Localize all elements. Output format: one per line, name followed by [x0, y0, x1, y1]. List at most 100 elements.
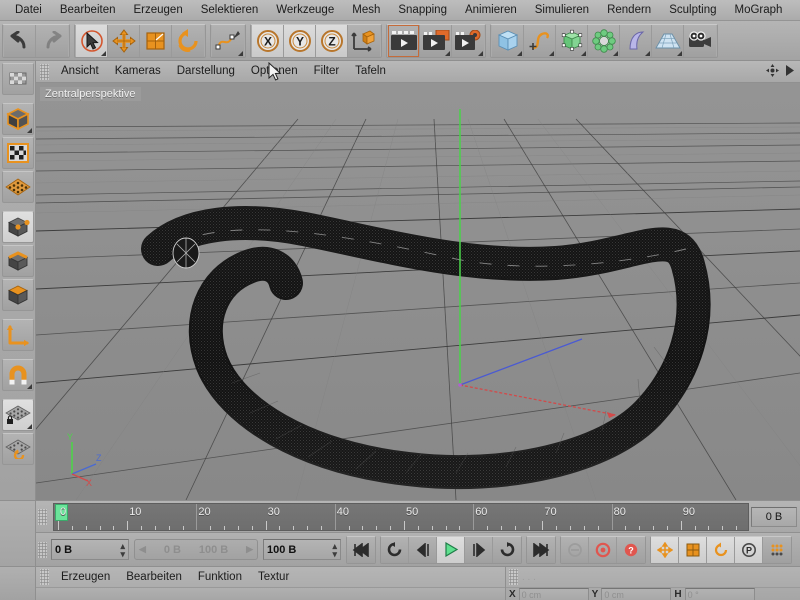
rotate-icon[interactable] [172, 24, 204, 57]
coord-field-h[interactable]: 0 ° [684, 588, 755, 600]
viewport-3d-scene[interactable] [36, 83, 800, 500]
timeline-bar[interactable]: 0102030405060708090100 0 B [36, 500, 800, 532]
texture-axis-icon[interactable] [1, 63, 34, 95]
transport-grip[interactable] [38, 541, 47, 558]
timeline-ruler[interactable]: 0102030405060708090100 [53, 502, 749, 531]
edge-mode-icon[interactable] [1, 245, 34, 277]
mat-menu-funktion[interactable]: Funktion [190, 568, 250, 587]
vp-menu-tafeln[interactable]: Tafeln [347, 61, 394, 82]
key-scale-icon[interactable] [679, 536, 707, 563]
record-key-icon[interactable] [589, 536, 617, 563]
coord-field-y[interactable]: 0 cm [601, 588, 672, 600]
popup-corner-icon[interactable] [581, 50, 586, 56]
menu-sculpting[interactable]: Sculpting [660, 0, 725, 20]
render-view-icon[interactable] [388, 24, 420, 57]
axis-modify-icon[interactable] [1, 319, 34, 351]
mat-menu-textur[interactable]: Textur [250, 568, 297, 587]
points-grid-icon[interactable] [1, 171, 34, 203]
vp-menu-kameras[interactable]: Kameras [107, 61, 169, 82]
spline-pen-icon[interactable] [212, 24, 244, 57]
viewport-scale-icon[interactable] [783, 63, 798, 81]
current-frame-stepper[interactable]: ▴ ▾ [120, 541, 125, 558]
coord-field-x[interactable]: 0 cm [518, 588, 589, 600]
popup-corner-icon[interactable] [478, 50, 483, 56]
viewport-panel[interactable]: Zentralperspektive Y Z X Ansicht Kameras D… [36, 61, 800, 500]
key-rotation-icon[interactable] [707, 536, 735, 563]
popup-corner-icon[interactable] [517, 50, 522, 56]
cube-primitive-icon[interactable] [492, 24, 524, 57]
model-mode-icon[interactable] [1, 103, 34, 135]
vp-menu-ansicht[interactable]: Ansicht [53, 61, 107, 82]
menu-datei[interactable]: Datei [6, 0, 51, 20]
render-picture-viewer-icon[interactable] [420, 24, 452, 57]
menu-animieren[interactable]: Animieren [456, 0, 526, 20]
menu-mograph[interactable]: MoGraph [726, 0, 792, 20]
menu-charakter[interactable]: Charakter [791, 0, 800, 20]
workplane-lock-icon[interactable] [1, 399, 34, 431]
range-left-arrow-icon[interactable]: ◀ [139, 544, 146, 555]
scale-icon[interactable] [140, 24, 172, 57]
popup-corner-icon[interactable] [26, 384, 32, 389]
axis-z-icon[interactable]: Z [316, 24, 348, 57]
go-to-start-icon[interactable] [347, 536, 375, 563]
menu-erzeugen[interactable]: Erzeugen [124, 0, 191, 20]
render-settings-icon[interactable] [452, 24, 484, 57]
texture-mode-icon[interactable] [1, 137, 34, 169]
viewport-move-icon[interactable] [765, 63, 780, 81]
menu-simulieren[interactable]: Simulieren [526, 0, 598, 20]
key-help-icon[interactable]: ? [617, 536, 645, 563]
popup-corner-icon[interactable] [613, 50, 618, 56]
menu-rendern[interactable]: Rendern [598, 0, 660, 20]
vp-menu-filter[interactable]: Filter [306, 61, 348, 82]
popup-corner-icon[interactable] [445, 50, 450, 56]
axis-y-icon[interactable]: Y [284, 24, 316, 57]
popup-corner-icon[interactable] [26, 424, 32, 429]
popup-corner-icon[interactable] [238, 50, 243, 56]
popup-corner-icon[interactable] [101, 50, 106, 56]
play-icon[interactable] [437, 536, 465, 563]
menu-bearbeiten[interactable]: Bearbeiten [51, 0, 125, 20]
document-end-stepper[interactable]: ▴ ▾ [332, 541, 337, 558]
snap-magnet-icon[interactable] [1, 359, 34, 391]
vp-menu-darstellung[interactable]: Darstellung [169, 61, 243, 82]
preview-range-field[interactable]: ◀ 0 B 100 B ▶ [134, 539, 258, 560]
workplane-icon[interactable] [1, 433, 34, 465]
world-coordinates-icon[interactable] [348, 24, 380, 57]
previous-key-icon[interactable] [381, 536, 409, 563]
document-end-field[interactable]: 100 B ▴ ▾ [263, 539, 341, 560]
autokey-icon[interactable] [561, 536, 589, 563]
step-forward-icon[interactable] [465, 536, 493, 563]
popup-corner-icon[interactable] [26, 128, 32, 133]
point-mode-icon[interactable] [1, 211, 34, 243]
menu-mesh[interactable]: Mesh [343, 0, 389, 20]
menu-selektieren[interactable]: Selektieren [192, 0, 268, 20]
material-manager-grip[interactable] [40, 569, 49, 585]
mat-menu-bearbeiten[interactable]: Bearbeiten [118, 568, 190, 587]
key-pla-icon[interactable] [763, 536, 791, 563]
current-frame-field[interactable]: 0 B ▴ ▾ [51, 539, 129, 560]
deformer-icon[interactable] [588, 24, 620, 57]
range-right-arrow-icon[interactable]: ▶ [246, 544, 253, 555]
spline-icon[interactable] [524, 24, 556, 57]
nurbs-generator-icon[interactable] [556, 24, 588, 57]
viewport-menu-grip[interactable] [40, 63, 49, 80]
scene-environment-icon[interactable] [620, 24, 652, 57]
material-manager-body[interactable] [36, 587, 505, 600]
key-position-icon[interactable] [651, 536, 679, 563]
popup-corner-icon[interactable] [645, 50, 650, 56]
timeline-grip[interactable] [38, 508, 47, 525]
next-key-icon[interactable] [493, 536, 521, 563]
coordinate-manager-grip[interactable] [509, 569, 518, 585]
vp-menu-optionen[interactable]: Optionen [243, 61, 306, 82]
popup-corner-icon[interactable] [549, 50, 554, 56]
step-back-icon[interactable] [409, 536, 437, 563]
menu-snapping[interactable]: Snapping [389, 0, 456, 20]
polygon-mode-icon[interactable] [1, 279, 34, 311]
floor-icon[interactable] [652, 24, 684, 57]
popup-corner-icon[interactable] [677, 50, 682, 56]
axis-x-icon[interactable]: X [252, 24, 284, 57]
mat-menu-erzeugen[interactable]: Erzeugen [53, 568, 118, 587]
key-parameter-icon[interactable]: P [735, 536, 763, 563]
move-icon[interactable] [108, 24, 140, 57]
menu-werkzeuge[interactable]: Werkzeuge [267, 0, 343, 20]
